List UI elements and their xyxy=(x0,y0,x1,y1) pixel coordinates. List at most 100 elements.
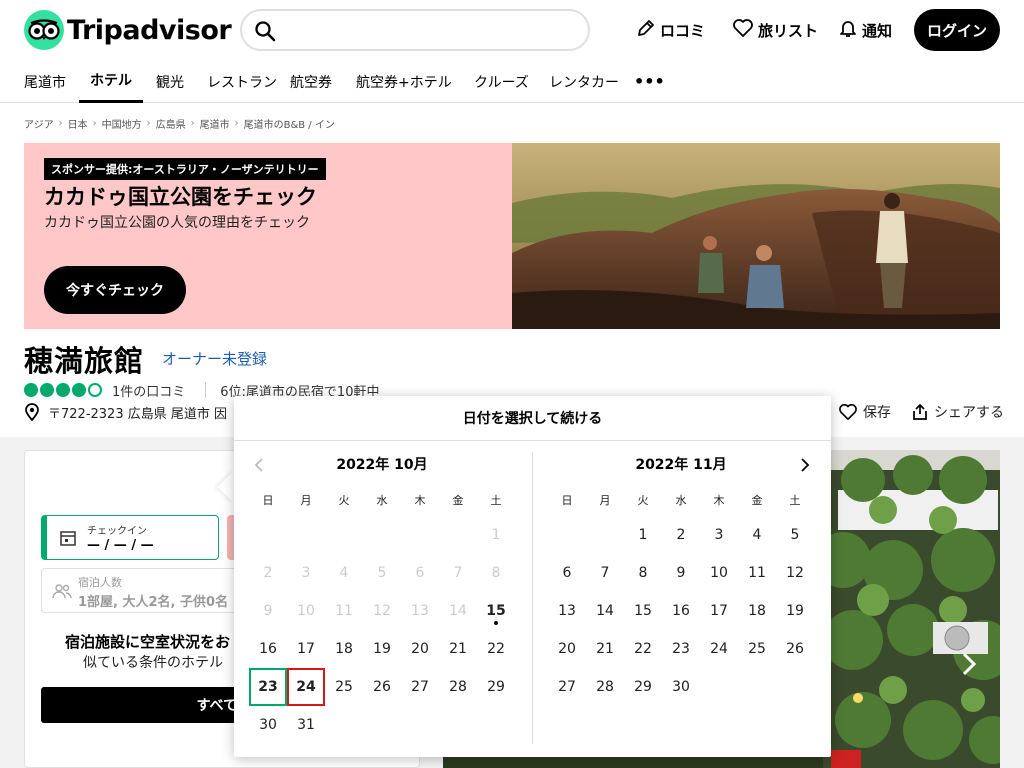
calendar-day[interactable]: 19 xyxy=(776,592,814,630)
nav-item-restaurants[interactable]: レストラン xyxy=(207,60,277,103)
banner-photo xyxy=(512,143,1000,329)
calendar-day[interactable]: 29 xyxy=(477,668,515,706)
calendar-day[interactable]: 8 xyxy=(624,554,662,592)
rating-bubbles[interactable] xyxy=(24,383,104,397)
calendar-day[interactable]: 19 xyxy=(363,630,401,668)
calendar-day[interactable]: 20 xyxy=(548,630,586,668)
review-count-link[interactable]: 1件の口コミ xyxy=(112,381,185,400)
calendar-day[interactable]: 22 xyxy=(477,630,515,668)
nav-more-button[interactable]: ••• xyxy=(634,60,665,103)
calendar-day[interactable]: 25 xyxy=(738,630,776,668)
breadcrumb-item[interactable]: 中国地方 xyxy=(102,116,142,131)
calendar-day[interactable]: 16 xyxy=(662,592,700,630)
calendar-day[interactable]: 23 xyxy=(249,668,287,706)
calendar-day[interactable]: 3 xyxy=(700,516,738,554)
calendar-day[interactable]: 9 xyxy=(662,554,700,592)
nav-item-flight-hotel[interactable]: 航空券+ホテル xyxy=(356,60,452,103)
review-link-label: ロコミ xyxy=(660,21,706,40)
calendar-day[interactable]: 7 xyxy=(586,554,624,592)
nav-item-attractions[interactable]: 観光 xyxy=(156,60,184,103)
month-divider xyxy=(532,452,533,744)
nav-item-rental-cars[interactable]: レンタカー xyxy=(549,60,619,103)
share-button[interactable]: シェアする xyxy=(912,402,1004,422)
search-input[interactable] xyxy=(240,9,590,51)
login-button[interactable]: ログイン xyxy=(914,9,1000,51)
calendar-day[interactable]: 25 xyxy=(325,668,363,706)
calendar-day[interactable]: 14 xyxy=(586,592,624,630)
calendar-day[interactable]: 10 xyxy=(700,554,738,592)
calendar-day[interactable]: 18 xyxy=(738,592,776,630)
show-all-button[interactable]: すべて表 xyxy=(41,687,261,723)
calendar-day[interactable]: 11 xyxy=(738,554,776,592)
calendar-day[interactable]: 26 xyxy=(776,630,814,668)
save-button[interactable]: 保存 xyxy=(838,402,891,422)
people-icon xyxy=(52,583,72,603)
breadcrumb-item[interactable]: 広島県 xyxy=(156,116,186,131)
address-text[interactable]: 〒722-2323 広島県 尾道市 因 xyxy=(48,403,227,422)
calendar-day[interactable]: 30 xyxy=(249,706,287,744)
calendar-day[interactable]: 28 xyxy=(586,668,624,706)
calendar-day[interactable]: 26 xyxy=(363,668,401,706)
calendar-day[interactable]: 20 xyxy=(401,630,439,668)
sponsored-banner[interactable]: スポンサー提供:オーストラリア・ノーザンテリトリー カカドゥ国立公園をチェック … xyxy=(24,143,1000,329)
calendar-day[interactable]: 21 xyxy=(586,630,624,668)
trips-link[interactable]: 旅リスト xyxy=(732,18,818,42)
weekday-header: 日 xyxy=(561,494,573,507)
calendar-day[interactable]: 24 xyxy=(287,668,325,706)
calendar-day[interactable]: 30 xyxy=(662,668,700,706)
calendar-day[interactable]: 6 xyxy=(548,554,586,592)
calendar-day[interactable]: 28 xyxy=(439,668,477,706)
checkin-field[interactable]: チェックイン — / — / — xyxy=(41,515,219,560)
rating-bubble xyxy=(56,383,70,397)
alerts-link[interactable]: 通知 xyxy=(838,18,892,42)
calendar-day[interactable]: 23 xyxy=(662,630,700,668)
calendar-day[interactable]: 1 xyxy=(624,516,662,554)
breadcrumb-item[interactable]: 尾道市 xyxy=(200,116,230,131)
address-row: 〒722-2323 広島県 尾道市 因 xyxy=(24,403,227,422)
rating-bubble xyxy=(24,383,38,397)
calendar-day[interactable]: 24 xyxy=(700,630,738,668)
nav-item-flights[interactable]: 航空券 xyxy=(290,60,332,103)
calendar-day[interactable]: 17 xyxy=(287,630,325,668)
calendar-day[interactable]: 5 xyxy=(776,516,814,554)
calendar-day[interactable]: 4 xyxy=(738,516,776,554)
calendar-day[interactable]: 27 xyxy=(401,668,439,706)
calendar-day[interactable]: 18 xyxy=(325,630,363,668)
divider xyxy=(205,382,207,398)
breadcrumb-separator: › xyxy=(58,117,63,129)
weekday-header: 月 xyxy=(599,494,611,507)
calendar-day[interactable]: 16 xyxy=(249,630,287,668)
calendar-day[interactable]: 17 xyxy=(700,592,738,630)
availability-title: 宿泊施設に空室状況をお xyxy=(65,633,231,651)
alerts-link-label: 通知 xyxy=(862,21,893,40)
calendar-day[interactable]: 12 xyxy=(776,554,814,592)
guests-field[interactable]: 宿泊人数 1部屋, 大人2名, 子供0名 xyxy=(41,568,251,613)
calendar-day: 5 xyxy=(377,565,387,581)
breadcrumb-item[interactable]: 日本 xyxy=(68,116,88,131)
banner-subtitle: カカドゥ国立公園の人気の理由をチェック xyxy=(44,215,310,231)
calendar-day[interactable]: 29 xyxy=(624,668,662,706)
photo-next-arrow[interactable] xyxy=(957,648,981,684)
nav-item-city[interactable]: 尾道市 xyxy=(24,60,66,103)
review-link[interactable]: ロコミ xyxy=(636,18,705,42)
nav-item-hotels[interactable]: ホテル xyxy=(79,60,143,103)
weekday-header: 水 xyxy=(675,494,687,507)
breadcrumb-item[interactable]: アジア xyxy=(24,116,54,131)
nav-item-cruises[interactable]: クルーズ xyxy=(474,60,529,103)
rating-bubble xyxy=(40,383,54,397)
calendar-day[interactable]: 2 xyxy=(662,516,700,554)
breadcrumb-item[interactable]: 尾道市のB&B / イン xyxy=(244,116,335,131)
banner-check-button[interactable]: 今すぐチェック xyxy=(44,266,186,314)
property-name: 穂満旅館 xyxy=(24,344,145,378)
tripadvisor-logo[interactable]: Tripadvisor xyxy=(24,10,232,50)
calendar-day[interactable]: 27 xyxy=(548,668,586,706)
save-label: 保存 xyxy=(863,405,891,421)
calendar-day[interactable]: 13 xyxy=(548,592,586,630)
calendar-day[interactable]: 15 xyxy=(624,592,662,630)
heart-icon xyxy=(732,18,758,42)
calendar-day[interactable]: 21 xyxy=(439,630,477,668)
calendar-day[interactable]: 22 xyxy=(624,630,662,668)
calendar-day[interactable]: 15 xyxy=(477,592,515,630)
owner-unclaimed-link[interactable]: オーナー未登録 xyxy=(162,348,267,369)
calendar-day[interactable]: 31 xyxy=(287,706,325,744)
